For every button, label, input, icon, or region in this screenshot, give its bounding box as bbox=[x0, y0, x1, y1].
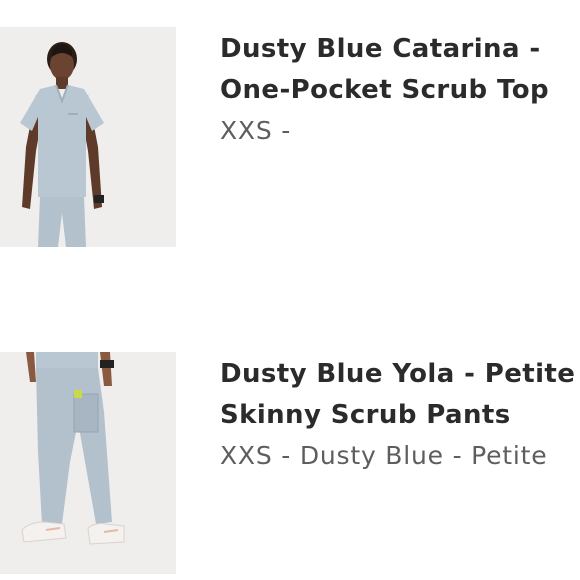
product-info: Dusty Blue Catarina - One-Pocket Scrub T… bbox=[220, 29, 580, 151]
product-variant: XXS - Dusty Blue - Petite bbox=[220, 441, 548, 470]
product-title-line-1[interactable]: Dusty Blue Yola - Petite bbox=[220, 354, 580, 395]
scrub-top-photo-icon bbox=[0, 27, 176, 247]
product-title-line-2[interactable]: One-Pocket Scrub Top bbox=[220, 70, 580, 111]
product-image-scrub-top[interactable] bbox=[0, 27, 176, 247]
scrub-pants-photo-icon bbox=[0, 352, 176, 574]
product-info: Dusty Blue Yola - Petite Skinny Scrub Pa… bbox=[220, 354, 580, 476]
product-title-line-1[interactable]: Dusty Blue Catarina - bbox=[220, 29, 580, 70]
cart-item: Dusty Blue Catarina - One-Pocket Scrub T… bbox=[0, 27, 580, 247]
cart-item: Dusty Blue Yola - Petite Skinny Scrub Pa… bbox=[0, 352, 580, 574]
product-title-line-2[interactable]: Skinny Scrub Pants bbox=[220, 395, 580, 436]
cart-item-list: Dusty Blue Catarina - One-Pocket Scrub T… bbox=[0, 0, 580, 580]
product-image-scrub-pants[interactable] bbox=[0, 352, 176, 574]
product-variant: XXS - bbox=[220, 116, 292, 145]
